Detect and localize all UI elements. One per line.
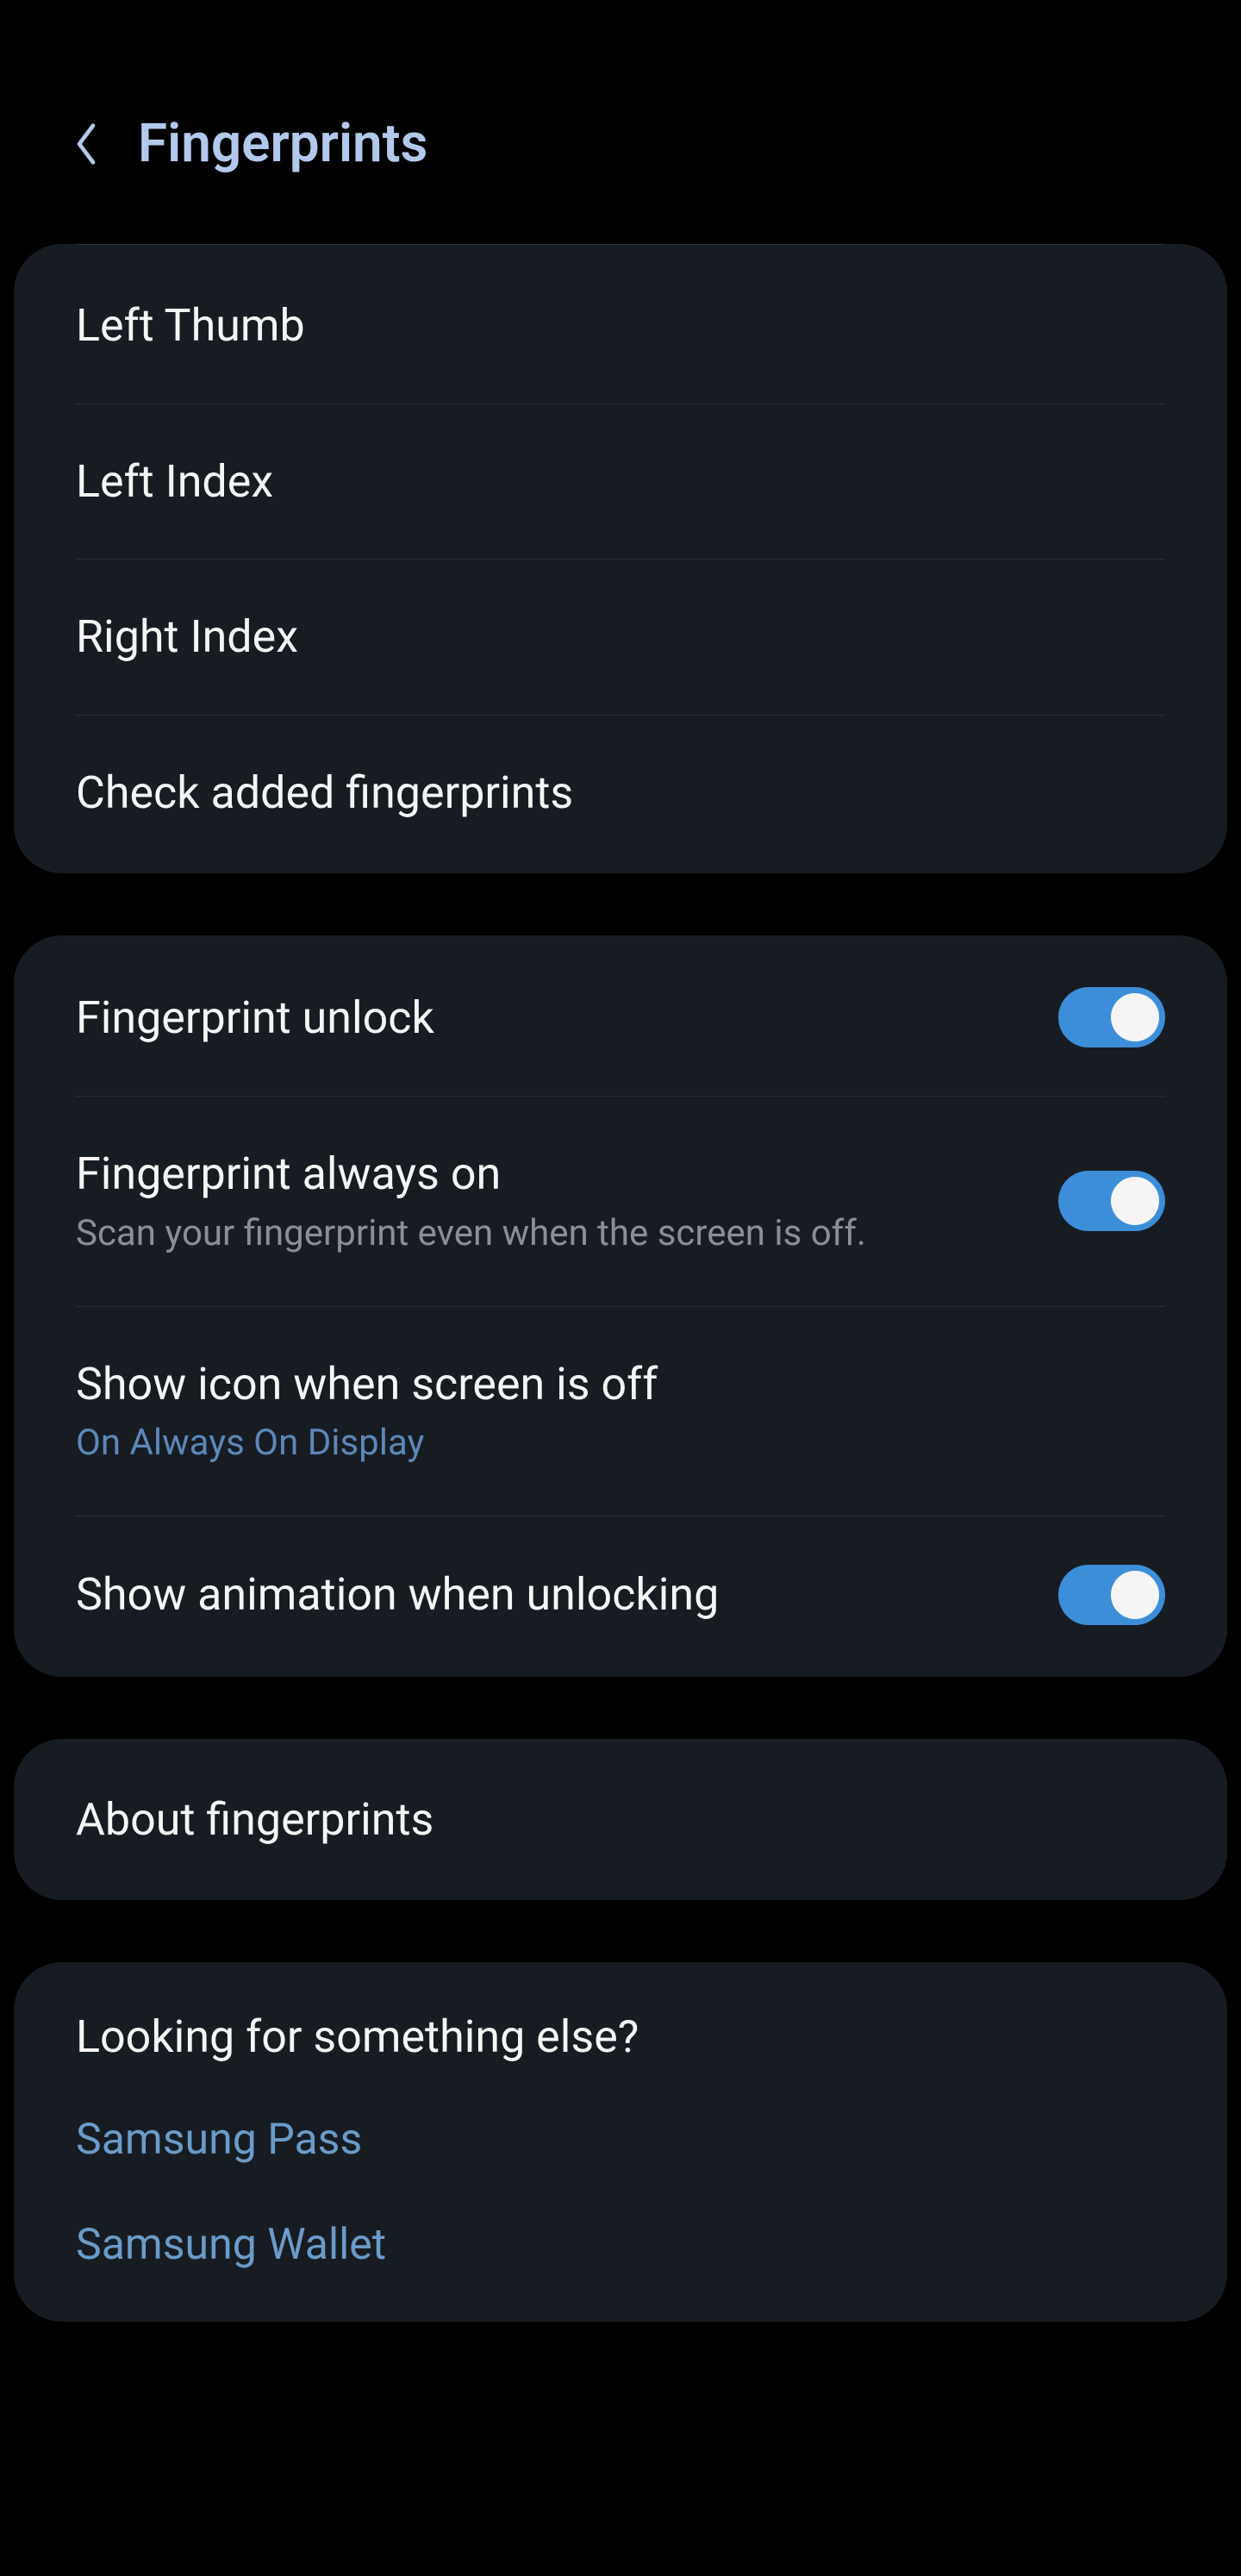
chevron-left-icon (72, 120, 100, 168)
link-label: Samsung Pass (76, 2115, 1165, 2165)
settings-card: Fingerprint unlock Fingerprint always on… (14, 935, 1227, 1676)
fingerprint-unlock-toggle[interactable] (1058, 987, 1165, 1047)
setting-title: Show animation when unlocking (76, 1566, 1058, 1624)
fingerprint-item[interactable]: Left Thumb (76, 244, 1165, 404)
samsung-wallet-link[interactable]: Samsung Wallet (76, 2192, 1165, 2322)
setting-title: Fingerprint unlock (76, 989, 1058, 1047)
page-title: Fingerprints (138, 112, 427, 175)
show-animation-row[interactable]: Show animation when unlocking (76, 1516, 1165, 1677)
fingerprint-always-on-row[interactable]: Fingerprint always on Scan your fingerpr… (76, 1097, 1165, 1306)
about-title: About fingerprints (76, 1791, 1165, 1849)
setting-subtitle: Scan your fingerprint even when the scre… (76, 1210, 1058, 1258)
check-label: Check added fingerprints (76, 764, 1165, 822)
fingerprint-always-on-toggle[interactable] (1058, 1171, 1165, 1231)
check-added-fingerprints[interactable]: Check added fingerprints (76, 716, 1165, 874)
show-icon-row[interactable]: Show icon when screen is off On Always O… (76, 1307, 1165, 1516)
link-label: Samsung Wallet (76, 2220, 1165, 2270)
fingerprint-label: Left Thumb (76, 297, 1165, 355)
about-card: About fingerprints (14, 1739, 1227, 1901)
fingerprint-item[interactable]: Right Index (76, 560, 1165, 716)
back-button[interactable] (69, 118, 103, 170)
samsung-pass-link[interactable]: Samsung Pass (76, 2087, 1165, 2192)
about-fingerprints-row[interactable]: About fingerprints (76, 1739, 1165, 1901)
fingerprint-label: Right Index (76, 608, 1165, 666)
show-animation-toggle[interactable] (1058, 1565, 1165, 1625)
more-heading: Looking for something else? (76, 1962, 1165, 2087)
header: Fingerprints (0, 0, 1241, 244)
fingerprint-unlock-row[interactable]: Fingerprint unlock (76, 935, 1165, 1097)
fingerprint-item[interactable]: Left Index (76, 404, 1165, 560)
more-card: Looking for something else? Samsung Pass… (14, 1962, 1227, 2322)
setting-title: Show icon when screen is off (76, 1355, 1165, 1414)
setting-value: On Always On Display (76, 1420, 1165, 1467)
fingerprints-card: Left Thumb Left Index Right Index Check … (14, 244, 1227, 873)
setting-title: Fingerprint always on (76, 1145, 1058, 1204)
fingerprint-label: Left Index (76, 453, 1165, 511)
